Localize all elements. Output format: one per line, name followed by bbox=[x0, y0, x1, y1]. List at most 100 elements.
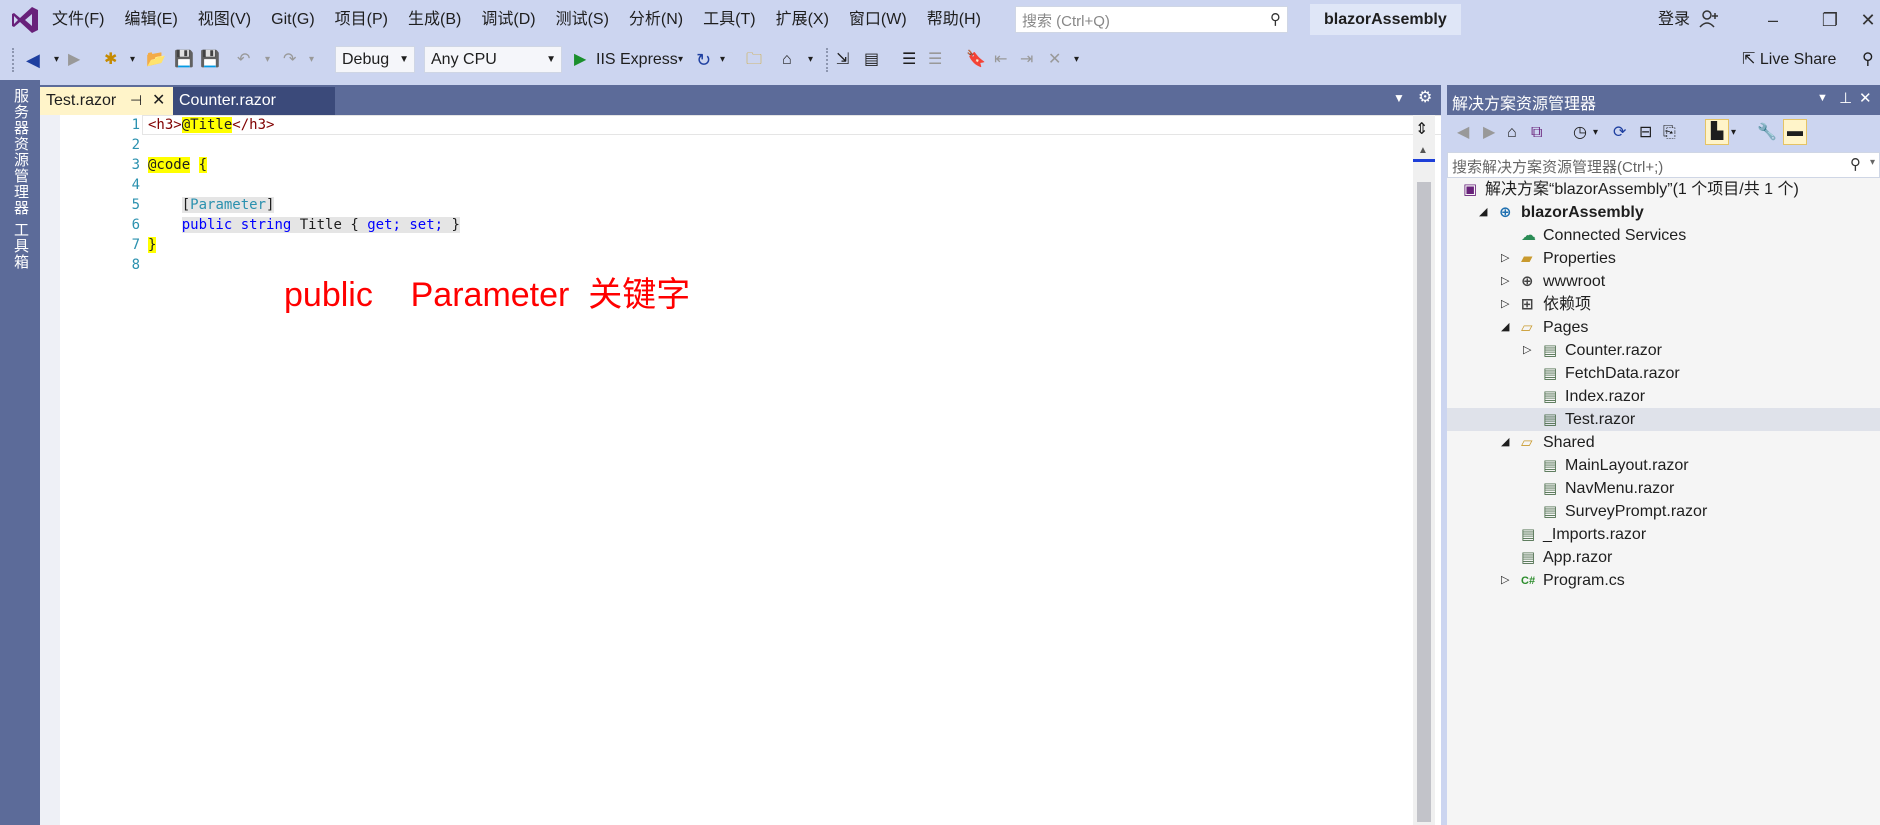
menu-item[interactable]: 扩展(X) bbox=[766, 0, 839, 40]
login-link[interactable]: 登录 bbox=[1658, 0, 1690, 40]
tree-item[interactable]: ◢ ▱ Shared bbox=[1447, 431, 1880, 454]
home-icon[interactable]: ⌂ bbox=[1507, 121, 1517, 145]
tree-item[interactable]: ▤ FetchData.razor bbox=[1447, 362, 1880, 385]
tree-item[interactable]: ◢ ▱ Pages bbox=[1447, 316, 1880, 339]
back-dropdown-icon[interactable]: ▾ bbox=[54, 48, 59, 72]
menu-item[interactable]: 工具(T) bbox=[693, 0, 765, 40]
tab-counter-razor[interactable]: Counter.razor bbox=[173, 87, 335, 115]
menu-item[interactable]: 生成(B) bbox=[398, 0, 471, 40]
window-position-dropdown-icon[interactable]: ▼ bbox=[1817, 92, 1828, 104]
server-explorer-tab[interactable]: 服务器资源管理器 bbox=[10, 88, 31, 216]
tree-item[interactable]: ▷ C# Program.cs bbox=[1447, 569, 1880, 592]
refresh-icon[interactable]: ↻ bbox=[696, 48, 711, 72]
back-icon[interactable]: ◀ bbox=[26, 48, 40, 72]
bookmark-icon[interactable]: 🔖 bbox=[966, 48, 986, 72]
more-toolbar-icon[interactable]: ▾ bbox=[1074, 48, 1079, 72]
menu-item[interactable]: 编辑(E) bbox=[114, 0, 187, 40]
start-debug-icon[interactable]: ▶ bbox=[574, 48, 586, 72]
menu-item[interactable]: 分析(N) bbox=[619, 0, 693, 40]
restore-icon[interactable]: ❐ bbox=[1810, 0, 1850, 40]
tree-item[interactable]: ▤ Index.razor bbox=[1447, 385, 1880, 408]
add-person-icon[interactable] bbox=[1698, 8, 1720, 30]
scroll-up-icon[interactable]: ▲ bbox=[1418, 145, 1428, 156]
wrench-icon[interactable]: 🔧 bbox=[1757, 121, 1777, 145]
tree-item[interactable]: ▤ App.razor bbox=[1447, 546, 1880, 569]
filter-dropdown-icon[interactable]: ▾ bbox=[1731, 121, 1736, 145]
tree-item[interactable]: ▷ ⊞ 依赖项 bbox=[1447, 293, 1880, 316]
toolbar-grip[interactable] bbox=[12, 48, 16, 72]
forward-icon[interactable]: ▶ bbox=[68, 48, 80, 72]
prev-bookmark-icon[interactable]: ⇤ bbox=[994, 48, 1007, 72]
new-dropdown-icon[interactable]: ▾ bbox=[130, 48, 135, 72]
sync-icon[interactable]: ⟳ bbox=[1613, 121, 1626, 145]
solution-explorer-search-input[interactable]: 搜索解决方案资源管理器(Ctrl+;) ⚲ ▾ bbox=[1447, 152, 1880, 178]
menu-item[interactable]: 调试(D) bbox=[471, 0, 545, 40]
forward-icon[interactable]: ▶ bbox=[1483, 121, 1495, 145]
toolbar-options-icon[interactable]: ▾ bbox=[808, 48, 813, 72]
tree-item[interactable]: ▣ 解决方案“blazorAssembly”(1 个项目/共 1 个) bbox=[1447, 178, 1880, 201]
history-icon[interactable]: ◷ bbox=[1573, 121, 1587, 145]
breakpoints-icon[interactable]: ▤ bbox=[864, 48, 879, 72]
tab-test-razor[interactable]: Test.razor ⊣ ✕ bbox=[40, 87, 173, 115]
run-target-button[interactable]: IIS Express bbox=[596, 48, 678, 72]
pin-icon[interactable]: ⊣ bbox=[130, 92, 142, 109]
outdent-icon[interactable]: ☰ bbox=[928, 48, 942, 72]
quick-search-input[interactable]: 搜索 (Ctrl+Q) ⚲ bbox=[1015, 6, 1288, 33]
clear-bookmarks-icon[interactable]: ✕ bbox=[1048, 48, 1061, 72]
menu-item[interactable]: 窗口(W) bbox=[839, 0, 917, 40]
tree-item[interactable]: ▷ ▰ Properties bbox=[1447, 247, 1880, 270]
feedback-person-icon[interactable]: ⚲ bbox=[1862, 48, 1874, 72]
redo-icon[interactable]: ↷ bbox=[283, 48, 296, 72]
collapse-arrow-icon[interactable]: ◢ bbox=[1501, 316, 1509, 339]
gear-icon[interactable]: ⚙ bbox=[1418, 87, 1432, 107]
close-icon[interactable]: ✕ bbox=[1848, 0, 1880, 40]
redo-dropdown-icon[interactable]: ▾ bbox=[309, 48, 314, 72]
toolbar-grip[interactable] bbox=[826, 48, 830, 72]
home-icon[interactable]: ⌂ bbox=[782, 48, 792, 72]
expand-arrow-icon[interactable]: ▷ bbox=[1501, 569, 1509, 592]
pin-icon[interactable]: ⊥ bbox=[1839, 89, 1852, 107]
tree-item[interactable]: ☁ Connected Services bbox=[1447, 224, 1880, 247]
tab-list-dropdown-icon[interactable]: ▼ bbox=[1393, 91, 1405, 105]
search-options-icon[interactable]: ▾ bbox=[1870, 157, 1875, 168]
close-icon[interactable]: ✕ bbox=[1859, 89, 1872, 107]
run-target-dropdown-icon[interactable]: ▾ bbox=[678, 48, 683, 72]
live-share-button[interactable]: ⇱ Live Share bbox=[1742, 48, 1836, 72]
editor-vertical-scrollbar[interactable]: ⇕ ▲ bbox=[1413, 115, 1435, 825]
preview-icon[interactable]: ▬ bbox=[1783, 119, 1807, 145]
menu-item[interactable]: 项目(P) bbox=[325, 0, 398, 40]
tree-item[interactable]: ▤ SurveyPrompt.razor bbox=[1447, 500, 1880, 523]
next-bookmark-icon[interactable]: ⇥ bbox=[1020, 48, 1033, 72]
tree-item[interactable]: ◢ ⊕ blazorAssembly bbox=[1447, 201, 1880, 224]
step-icon[interactable]: ⇲ bbox=[836, 48, 849, 72]
collapse-all-icon[interactable]: ⊟ bbox=[1639, 121, 1652, 145]
code-editor[interactable]: 1 2 3 4 5 6 7 8 <h3>@Title</h3> @code { [Parame… bbox=[40, 115, 1442, 825]
new-project-icon[interactable]: ✱ bbox=[104, 48, 117, 72]
tree-item[interactable]: ▤ Test.razor bbox=[1447, 408, 1880, 431]
expand-arrow-icon[interactable]: ▷ bbox=[1501, 247, 1509, 270]
expand-arrow-icon[interactable]: ▷ bbox=[1501, 293, 1509, 316]
collapse-arrow-icon[interactable]: ◢ bbox=[1479, 201, 1487, 224]
platform-select[interactable]: Any CPU ▼ bbox=[424, 46, 562, 73]
menu-item[interactable]: 测试(S) bbox=[546, 0, 619, 40]
split-window-icon[interactable]: ⇕ bbox=[1415, 119, 1428, 139]
menu-item[interactable]: Git(G) bbox=[261, 0, 325, 40]
menu-item[interactable]: 文件(F) bbox=[42, 0, 114, 40]
tree-item[interactable]: ▤ _Imports.razor bbox=[1447, 523, 1880, 546]
collapse-arrow-icon[interactable]: ◢ bbox=[1501, 431, 1509, 454]
find-in-files-icon[interactable]: 🗀 bbox=[746, 48, 762, 72]
copy-icon[interactable]: ⎘ bbox=[1663, 121, 1676, 145]
switch-views-icon[interactable]: ⧉ bbox=[1531, 121, 1542, 145]
tree-item[interactable]: ▷ ⊕ wwwroot bbox=[1447, 270, 1880, 293]
tree-item[interactable]: ▷ ▤ Counter.razor bbox=[1447, 339, 1880, 362]
expand-arrow-icon[interactable]: ▷ bbox=[1501, 270, 1509, 293]
refresh-dropdown-icon[interactable]: ▾ bbox=[720, 48, 725, 72]
show-all-files-icon[interactable]: ▙ bbox=[1705, 119, 1729, 145]
minimize-icon[interactable]: – bbox=[1753, 0, 1793, 40]
indent-icon[interactable]: ☰ bbox=[902, 48, 916, 72]
open-folder-icon[interactable]: 📂 bbox=[146, 48, 166, 72]
close-icon[interactable]: ✕ bbox=[152, 90, 165, 110]
solution-config-select[interactable]: Debug ▼ bbox=[335, 46, 415, 73]
save-all-icon[interactable]: 💾 bbox=[200, 48, 220, 72]
tree-item[interactable]: ▤ MainLayout.razor bbox=[1447, 454, 1880, 477]
